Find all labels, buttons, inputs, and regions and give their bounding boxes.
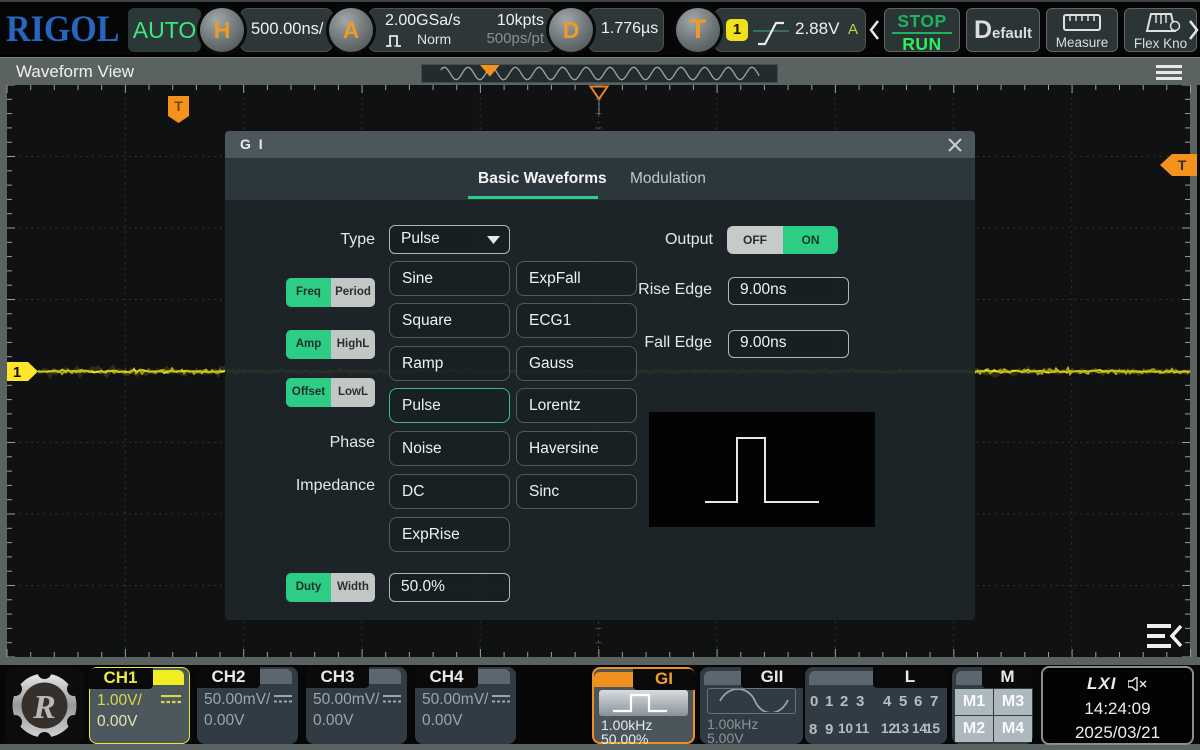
svg-text:R: R [32,689,56,726]
svg-text:1: 1 [13,364,21,381]
svg-text:T: T [174,98,183,114]
svg-text:T: T [1178,157,1187,173]
